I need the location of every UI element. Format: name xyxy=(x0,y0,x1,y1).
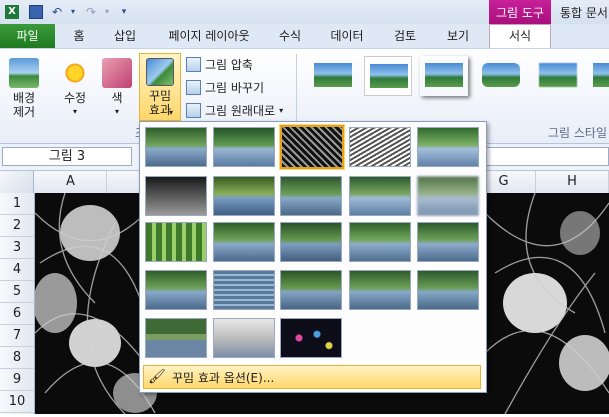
column-header-a[interactable]: A xyxy=(35,171,107,193)
color-button[interactable]: 색 ▾ xyxy=(100,58,134,119)
effect-mosaic-bubbles[interactable] xyxy=(349,222,411,262)
select-all-corner[interactable] xyxy=(0,171,34,193)
effect-marker[interactable] xyxy=(213,127,275,167)
effect-glow-edges[interactable] xyxy=(280,318,342,358)
row-header[interactable]: 5 xyxy=(0,281,34,303)
row-header[interactable]: 3 xyxy=(0,237,34,259)
style-preview xyxy=(539,63,577,87)
redo-dropdown-icon[interactable]: ▾ xyxy=(98,3,116,20)
style-preview xyxy=(482,63,520,87)
tab-review[interactable]: 검토 xyxy=(385,24,425,48)
effect-pencil-grayscale[interactable] xyxy=(279,124,345,170)
reset-picture-icon xyxy=(186,102,201,118)
corrections-button[interactable]: 수정 ▾ xyxy=(58,58,92,119)
row-header[interactable]: 7 xyxy=(0,325,34,347)
picture-styles-group-label: 그림 스타일 xyxy=(548,126,608,140)
row-header[interactable]: 2 xyxy=(0,215,34,237)
tab-home[interactable]: 홈 xyxy=(62,24,96,48)
compress-icon xyxy=(186,56,201,72)
effect-light-screen[interactable] xyxy=(145,222,207,262)
reset-picture-label: 그림 원래대로 xyxy=(205,103,276,118)
row-header[interactable]: 6 xyxy=(0,303,34,325)
artistic-effects-dropdown-icon: ▾ xyxy=(169,108,174,117)
window-title: 통합 문서 xyxy=(560,6,608,20)
tab-file[interactable]: 파일 xyxy=(0,24,55,48)
picture-tools-context-tab: 그림 도구 xyxy=(489,0,551,24)
row-header[interactable]: 8 xyxy=(0,347,34,369)
artistic-effects-label: 꾸밈 효과 xyxy=(148,89,172,117)
row-header[interactable]: 10 xyxy=(0,391,34,413)
artistic-effects-options-item[interactable]: 🖌 꾸밈 효과 옵션(E)... xyxy=(143,365,481,389)
effect-photocopy[interactable] xyxy=(213,318,275,358)
effect-pencil-sketch[interactable] xyxy=(349,127,411,167)
picture-style-more[interactable] xyxy=(588,56,609,96)
style-preview xyxy=(370,64,408,88)
compress-pictures-button[interactable]: 그림 압축 xyxy=(186,54,253,74)
color-label: 색 xyxy=(111,91,123,105)
tab-data[interactable]: 데이터 xyxy=(323,24,371,48)
effect-texturizer[interactable] xyxy=(213,270,275,310)
effect-crisscross-etching[interactable] xyxy=(280,270,342,310)
effect-line-drawing[interactable] xyxy=(417,127,479,167)
picture-style-soft-edge[interactable] xyxy=(534,56,582,96)
style-preview xyxy=(593,63,609,87)
column-header-h[interactable]: H xyxy=(536,171,609,193)
save-icon[interactable] xyxy=(27,3,45,20)
customize-qat-icon[interactable]: ▾ xyxy=(115,3,133,20)
effect-glow-diffused[interactable] xyxy=(349,176,411,216)
effect-pastels-smooth[interactable] xyxy=(349,270,411,310)
effect-cutout[interactable] xyxy=(145,318,207,358)
effect-chalk-sketch[interactable] xyxy=(145,176,207,216)
effect-watercolor-sponge[interactable] xyxy=(213,222,275,262)
row-header[interactable]: 9 xyxy=(0,369,34,391)
excel-logo-icon: X xyxy=(3,3,21,20)
effect-film-grain[interactable] xyxy=(280,222,342,262)
formula-input[interactable] xyxy=(484,147,609,166)
change-picture-icon xyxy=(186,79,201,95)
tab-page-layout[interactable]: 페이지 레이아웃 xyxy=(160,24,258,48)
change-picture-button[interactable]: 그림 바꾸기 xyxy=(186,77,264,97)
remove-background-label: 배경 제거 xyxy=(12,91,36,119)
effect-paint-strokes[interactable] xyxy=(213,176,275,216)
picture-style-drop-shadow[interactable] xyxy=(420,56,468,96)
effect-plastic-wrap[interactable] xyxy=(417,270,479,310)
effect-glass[interactable] xyxy=(417,222,479,262)
undo-dropdown-icon[interactable]: ▾ xyxy=(64,3,82,20)
name-box[interactable]: 그림 3 xyxy=(2,147,132,166)
tab-format[interactable]: 서식 xyxy=(489,24,551,49)
effect-blur[interactable] xyxy=(417,176,479,216)
picture-style-simple-frame[interactable] xyxy=(309,56,357,96)
remove-background-icon xyxy=(9,58,39,88)
remove-background-button[interactable]: 배경 제거 xyxy=(6,58,42,119)
artistic-effects-button[interactable]: 꾸밈 효과 xyxy=(139,53,181,121)
artistic-effects-icon xyxy=(146,58,174,86)
compress-label: 그림 압축 xyxy=(205,57,253,72)
corrections-label: 수정 xyxy=(63,91,87,105)
sun-icon xyxy=(60,58,90,88)
style-preview xyxy=(314,63,352,87)
effect-paint-brush[interactable] xyxy=(280,176,342,216)
effect-cement[interactable] xyxy=(145,270,207,310)
row-header[interactable]: 4 xyxy=(0,259,34,281)
effect-none[interactable] xyxy=(145,127,207,167)
corrections-dropdown-icon: ▾ xyxy=(72,107,77,116)
picture-style-white-frame[interactable] xyxy=(364,56,412,96)
tab-insert[interactable]: 삽입 xyxy=(105,24,145,48)
paint-brush-icon: 🖌 xyxy=(148,369,166,385)
tab-view[interactable]: 보기 xyxy=(438,24,478,48)
tab-formulas[interactable]: 수식 xyxy=(272,24,308,48)
reset-picture-button[interactable]: 그림 원래대로 ▾ xyxy=(186,100,283,120)
picture-style-rounded[interactable] xyxy=(477,56,525,96)
reset-dropdown-icon: ▾ xyxy=(279,105,284,115)
style-preview xyxy=(425,63,463,87)
color-picture-icon xyxy=(102,58,132,88)
row-header[interactable]: 1 xyxy=(0,193,34,215)
artistic-effects-options-label: 꾸밈 효과 옵션(E)... xyxy=(172,370,275,385)
change-picture-label: 그림 바꾸기 xyxy=(205,80,265,95)
color-dropdown-icon: ▾ xyxy=(114,107,119,116)
